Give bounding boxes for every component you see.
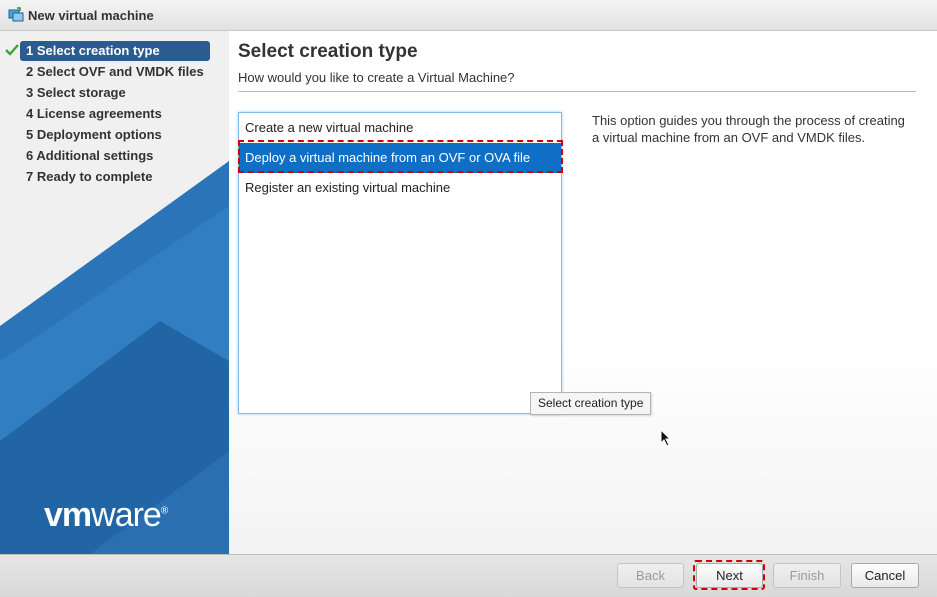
option-deploy-ovf-ova[interactable]: Deploy a virtual machine from an OVF or … bbox=[239, 143, 561, 173]
wizard-footer: Back Next Finish Cancel bbox=[0, 554, 937, 597]
cancel-button[interactable]: Cancel bbox=[851, 563, 919, 588]
back-button[interactable]: Back bbox=[617, 563, 684, 588]
page-title: Select creation type bbox=[238, 41, 418, 62]
logo-vm: vm bbox=[44, 496, 92, 534]
wizard-sidebar: 1 Select creation type 2 Select OVF and … bbox=[0, 31, 229, 554]
option-description: This option guides you through the proce… bbox=[592, 113, 905, 145]
tooltip: Select creation type bbox=[530, 392, 652, 415]
vm-icon bbox=[8, 7, 24, 22]
step-select-creation-type[interactable]: 1 Select creation type bbox=[20, 41, 210, 61]
finish-button[interactable]: Finish bbox=[773, 563, 841, 588]
step-license-agreements[interactable]: 4 License agreements bbox=[20, 104, 210, 124]
step-select-storage[interactable]: 3 Select storage bbox=[20, 83, 210, 103]
step-select-ovf-vmdk[interactable]: 2 Select OVF and VMDK files bbox=[20, 62, 210, 82]
page-subtitle: How would you like to create a Virtual M… bbox=[238, 70, 515, 85]
title-bar: New virtual machine bbox=[0, 0, 937, 31]
logo-ware: ware bbox=[91, 496, 162, 534]
step-additional-settings[interactable]: 6 Additional settings bbox=[20, 146, 210, 166]
logo-registered: ® bbox=[160, 505, 168, 517]
divider bbox=[238, 91, 916, 92]
next-button[interactable]: Next bbox=[696, 563, 763, 588]
vmware-logo: vmware® bbox=[44, 496, 168, 535]
step-deployment-options[interactable]: 5 Deployment options bbox=[20, 125, 210, 145]
main-panel: Select creation type How would you like … bbox=[229, 31, 937, 554]
step-ready-to-complete[interactable]: 7 Ready to complete bbox=[20, 167, 210, 187]
mouse-cursor-icon bbox=[660, 429, 672, 447]
window-title: New virtual machine bbox=[28, 8, 154, 23]
option-create-new-vm[interactable]: Create a new virtual machine bbox=[239, 113, 561, 143]
checkmark-icon bbox=[5, 44, 19, 56]
option-register-existing-vm[interactable]: Register an existing virtual machine bbox=[239, 173, 561, 203]
creation-type-list[interactable]: Create a new virtual machine Deploy a vi… bbox=[238, 112, 562, 414]
